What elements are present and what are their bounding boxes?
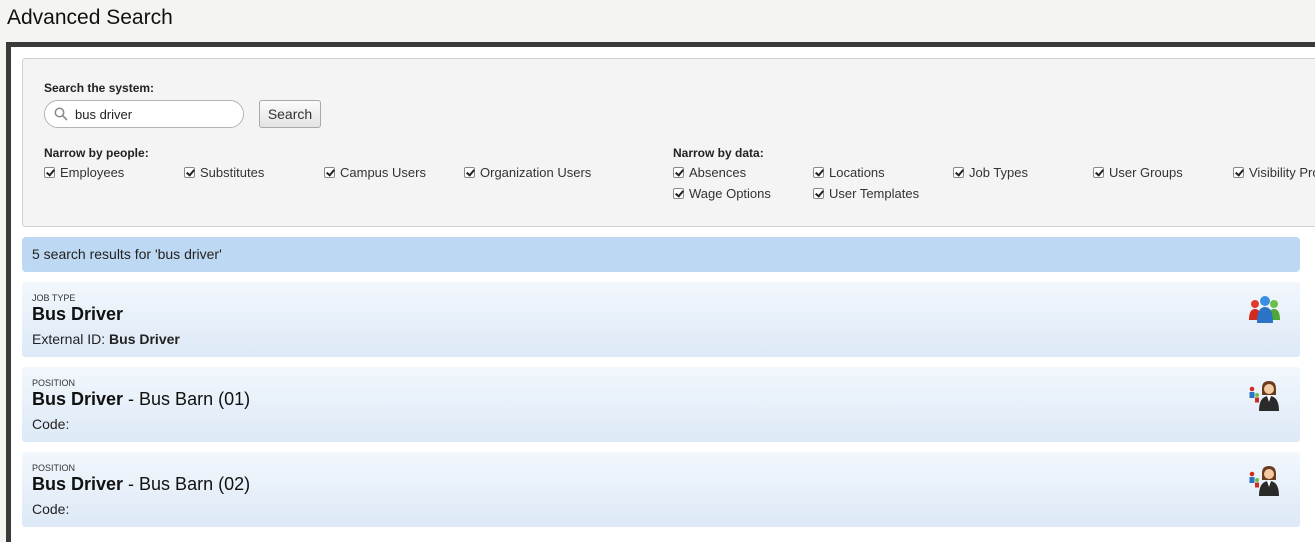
checkbox-employees[interactable]: Employees <box>44 165 124 180</box>
checkbox-label: Campus Users <box>340 165 426 180</box>
result-title-sub: - Bus Barn (02) <box>123 474 251 494</box>
result-title-sub: - Bus Barn (01) <box>123 389 251 409</box>
result-type: POSITION <box>32 378 76 388</box>
position-person-icon <box>1248 464 1282 501</box>
checkbox-checked[interactable] <box>1093 167 1104 178</box>
checkbox-checked[interactable] <box>324 167 335 178</box>
checkbox-checked[interactable] <box>813 167 824 178</box>
result-item[interactable]: POSITION Bus Driver - Bus Barn (01) Code… <box>22 367 1300 442</box>
narrow-data-label: Narrow by data: <box>673 146 764 160</box>
checkbox-organization-users[interactable]: Organization Users <box>464 165 591 180</box>
checkbox-label: Substitutes <box>200 165 265 180</box>
checkbox-substitutes[interactable]: Substitutes <box>184 165 264 180</box>
result-meta-label: Code: <box>32 416 70 432</box>
result-title[interactable]: Bus Driver <box>32 304 123 325</box>
search-panel: Search the system: Search Narrow by peop… <box>22 58 1315 227</box>
checkbox-checked[interactable] <box>673 188 684 199</box>
result-title[interactable]: Bus Driver - Bus Barn (01) <box>32 389 250 410</box>
checkbox-checked[interactable] <box>953 167 964 178</box>
position-person-icon <box>1248 379 1282 416</box>
result-meta-value: Bus Driver <box>109 331 180 347</box>
checkbox-checked[interactable] <box>813 188 824 199</box>
page-title: Advanced Search <box>7 6 173 29</box>
checkbox-checked[interactable] <box>44 167 55 178</box>
checkbox-checked[interactable] <box>1233 167 1244 178</box>
search-icon <box>54 107 68 121</box>
checkbox-label: User Templates <box>829 186 920 201</box>
result-meta-label: External ID: <box>32 331 110 347</box>
result-type: POSITION <box>32 463 76 473</box>
checkbox-label: Locations <box>829 165 885 180</box>
checkbox-label: Organization Users <box>480 165 592 180</box>
result-title[interactable]: Bus Driver - Bus Barn (02) <box>32 474 250 495</box>
narrow-people-label: Narrow by people: <box>44 146 149 160</box>
checkbox-checked[interactable] <box>464 167 475 178</box>
checkbox-label: Visibility Pro <box>1249 165 1315 180</box>
checkbox-user-groups[interactable]: User Groups <box>1093 165 1183 180</box>
checkbox-checked[interactable] <box>184 167 195 178</box>
checkbox-label: User Groups <box>1109 165 1183 180</box>
result-title-main[interactable]: Bus Driver <box>32 389 123 409</box>
checkbox-checked[interactable] <box>673 167 684 178</box>
checkbox-label: Employees <box>60 165 125 180</box>
result-type: JOB TYPE <box>32 293 76 303</box>
result-title-main[interactable]: Bus Driver <box>32 304 123 324</box>
checkbox-visibility-profiles[interactable]: Visibility Pro <box>1233 165 1315 180</box>
people-group-icon <box>1248 294 1282 329</box>
search-label: Search the system: <box>44 81 155 95</box>
checkbox-user-templates[interactable]: User Templates <box>813 186 919 201</box>
checkbox-label: Wage Options <box>689 186 771 201</box>
checkbox-label: Absences <box>689 165 747 180</box>
checkbox-absences[interactable]: Absences <box>673 165 746 180</box>
result-item[interactable]: POSITION Bus Driver - Bus Barn (02) Code… <box>22 452 1300 527</box>
result-title-main[interactable]: Bus Driver <box>32 474 123 494</box>
checkbox-wage-options[interactable]: Wage Options <box>673 186 771 201</box>
result-item[interactable]: JOB TYPE Bus Driver External ID: Bus Dri… <box>22 282 1300 357</box>
search-field[interactable] <box>44 100 244 128</box>
checkbox-label: Job Types <box>969 165 1029 180</box>
checkbox-campus-users[interactable]: Campus Users <box>324 165 426 180</box>
checkbox-locations[interactable]: Locations <box>813 165 885 180</box>
results-summary: 5 search results for 'bus driver' <box>22 237 1300 272</box>
result-meta: Code: <box>32 501 69 517</box>
result-meta: External ID: Bus Driver <box>32 331 180 347</box>
result-meta: Code: <box>32 416 69 432</box>
checkbox-job-types[interactable]: Job Types <box>953 165 1028 180</box>
result-meta-label: Code: <box>32 501 70 517</box>
search-input[interactable] <box>75 105 235 123</box>
search-button[interactable]: Search <box>259 100 321 128</box>
